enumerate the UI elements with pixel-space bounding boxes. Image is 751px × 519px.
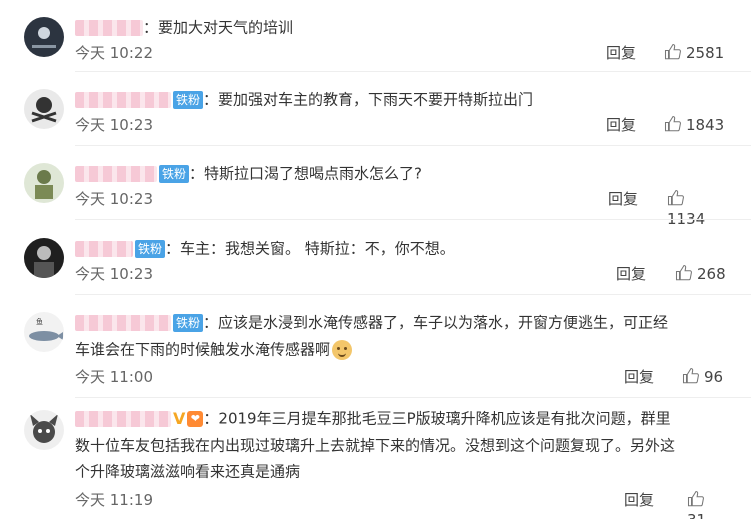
username[interactable] — [75, 314, 171, 331]
doge-emoji-icon — [332, 339, 353, 360]
divider — [75, 397, 751, 398]
comment-text: 车谁会在下雨的时候触发水淹传感器啊 — [75, 340, 331, 359]
timestamp: 今天 10:23 — [75, 190, 153, 208]
comment-text: 要加强对车主的教育，下雨天不要开特斯拉出门 — [218, 90, 534, 109]
like-button[interactable]: 1843 — [664, 115, 724, 135]
timestamp: 今天 10:22 — [75, 44, 153, 62]
comment-text: 个升降玻璃滋滋响看来还真是通病 — [75, 462, 301, 481]
fan-heart-icon: ❤ — [187, 410, 204, 427]
username[interactable] — [75, 165, 157, 182]
reply-button[interactable]: 回复 — [624, 490, 654, 510]
timestamp: 今天 11:00 — [75, 368, 153, 386]
like-count: 268 — [697, 265, 726, 283]
thumbs-up-icon — [687, 490, 704, 507]
timestamp: 今天 10:23 — [75, 265, 153, 283]
reply-button[interactable]: 回复 — [608, 189, 638, 209]
comment-text: 特斯拉口渴了想喝点雨水怎么了? — [204, 164, 422, 183]
avatar[interactable] — [24, 17, 64, 57]
like-count: 1843 — [686, 116, 725, 134]
username[interactable] — [75, 19, 143, 36]
comment-text: 应该是水浸到水淹传感器了，车子以为落水，开窗方便逃生，可正经 — [218, 313, 669, 332]
like-button[interactable]: 31 — [687, 490, 727, 519]
reply-button[interactable]: 回复 — [616, 264, 646, 284]
fan-badge: 铁粉 — [135, 239, 166, 258]
avatar[interactable]: 鱼 — [24, 312, 64, 352]
avatar[interactable] — [24, 238, 64, 278]
svg-text:鱼: 鱼 — [36, 317, 43, 326]
username[interactable] — [75, 91, 171, 108]
reply-button[interactable]: 回复 — [606, 115, 636, 135]
avatar[interactable] — [24, 89, 64, 129]
like-button[interactable]: 96 — [682, 367, 723, 387]
thumbs-up-icon — [675, 264, 692, 281]
like-count: 31 — [687, 511, 706, 519]
divider — [75, 294, 751, 295]
comment-text: 2019年三月提车那批毛豆三P版玻璃升降机应该是有批次问题，群里 — [218, 409, 671, 428]
like-button[interactable]: 2581 — [664, 43, 724, 63]
avatar[interactable] — [24, 410, 64, 450]
timestamp: 今天 10:23 — [75, 116, 153, 134]
reply-button[interactable]: 回复 — [624, 367, 654, 387]
like-button[interactable]: 1134 — [667, 189, 727, 228]
timestamp: 今天 11:19 — [75, 491, 153, 509]
fan-badge: 铁粉 — [159, 164, 190, 183]
thumbs-up-icon — [667, 189, 684, 206]
thumbs-up-icon — [682, 367, 699, 384]
divider — [75, 71, 751, 72]
fan-badge: 铁粉 — [173, 90, 204, 109]
like-count: 96 — [704, 368, 724, 386]
username[interactable] — [75, 240, 133, 257]
username[interactable] — [75, 410, 171, 427]
divider — [75, 219, 751, 220]
comment-text: 车主：我想关窗。 特斯拉：不，你不想。 — [180, 239, 455, 258]
like-button[interactable]: 268 — [675, 264, 726, 284]
like-count: 2581 — [686, 44, 725, 62]
verified-v-icon: V — [173, 408, 186, 428]
comment-text: 要加大对天气的培训 — [158, 18, 294, 37]
thumbs-up-icon — [664, 43, 681, 60]
comment-text: 数十位车友包括我在内出现过玻璃升上去就掉下来的情况。没想到这个问题复现了。另外这 — [75, 436, 676, 455]
divider — [75, 145, 751, 146]
avatar[interactable] — [24, 163, 64, 203]
fan-badge: 铁粉 — [173, 313, 204, 332]
thumbs-up-icon — [664, 115, 681, 132]
reply-button[interactable]: 回复 — [606, 43, 636, 63]
